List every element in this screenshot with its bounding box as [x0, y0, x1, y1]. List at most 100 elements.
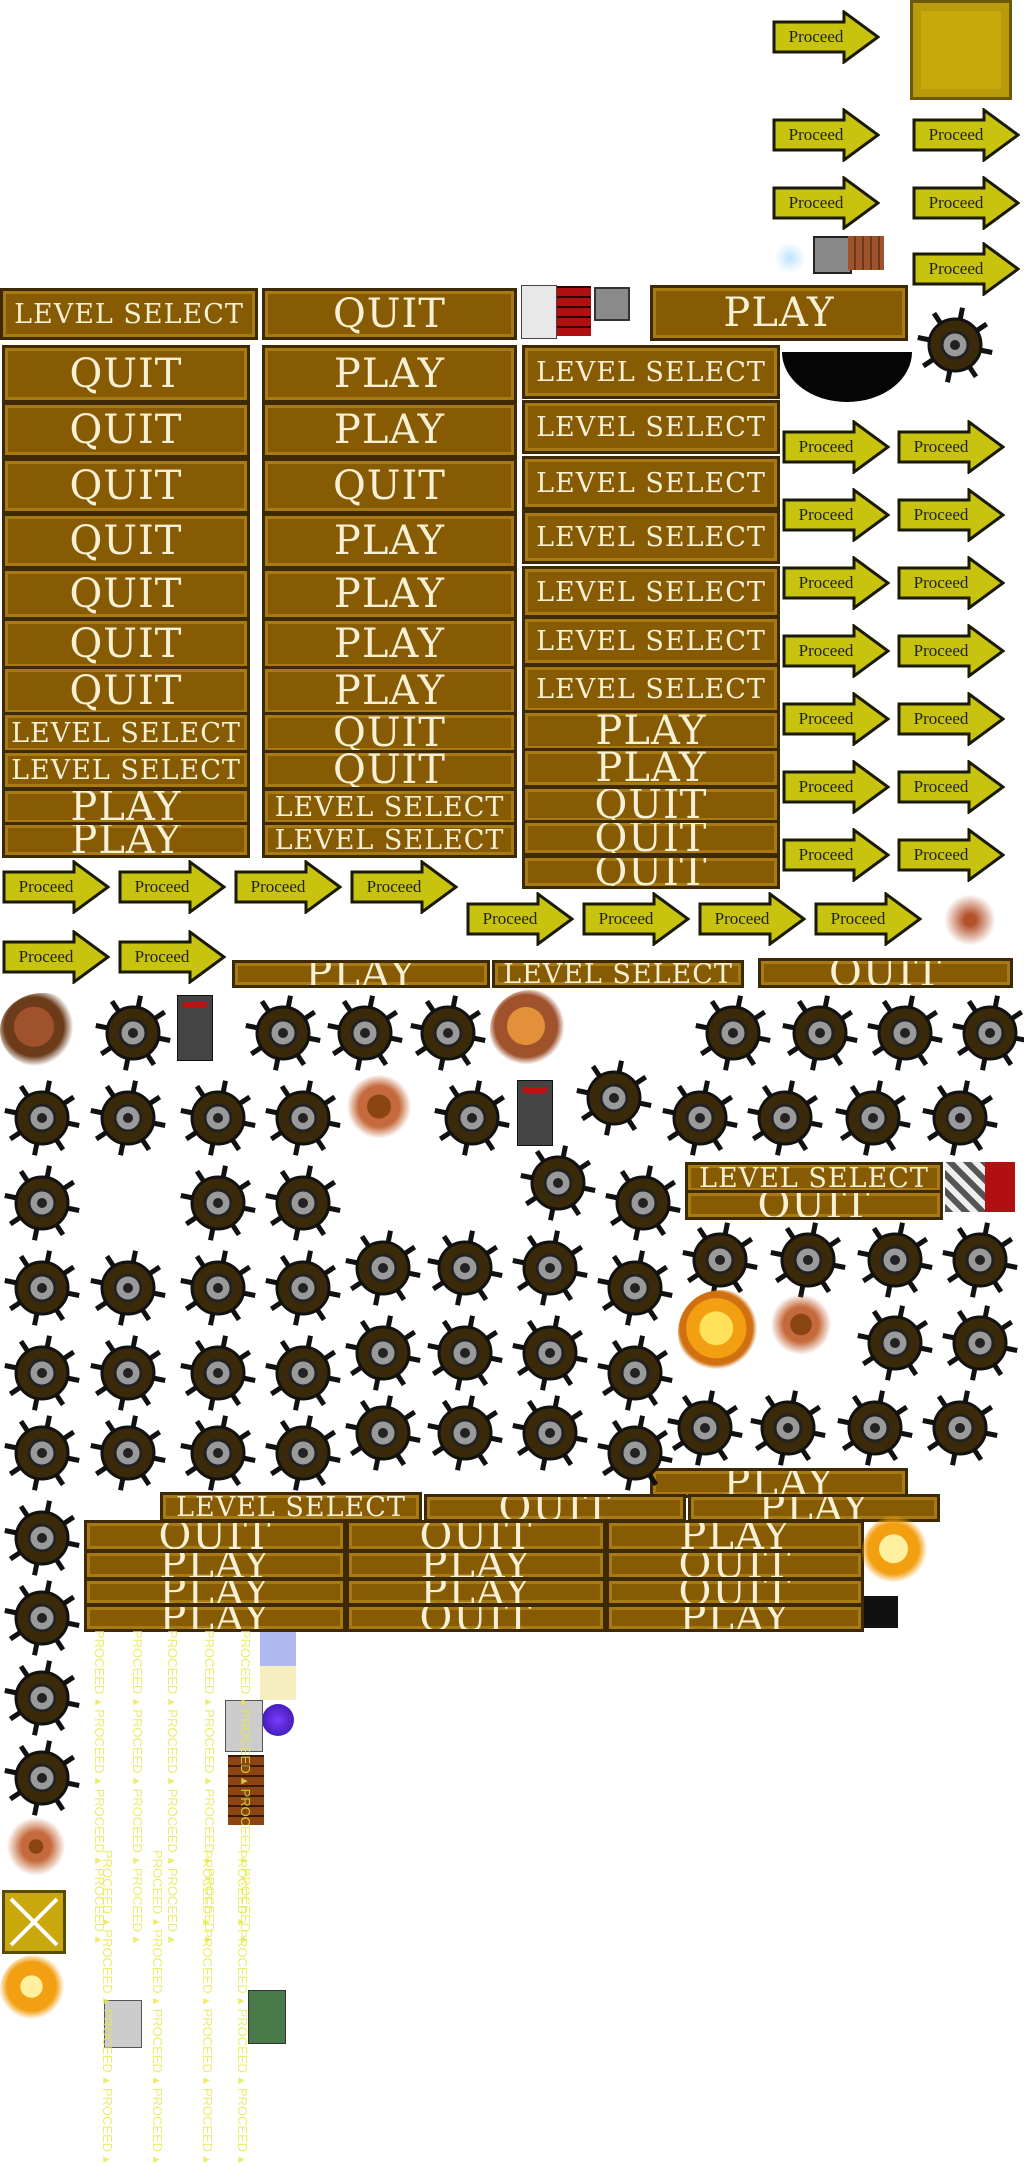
- level-select-button[interactable]: LEVEL SELECT: [522, 566, 780, 618]
- spiked-wheel-icon: [425, 1228, 505, 1308]
- proceed-arrow-button[interactable]: Proceed: [2, 930, 110, 984]
- quit-button[interactable]: QUIT: [262, 288, 517, 340]
- level-select-button[interactable]: LEVEL SELECT: [262, 788, 517, 826]
- play-button[interactable]: PLAY: [262, 618, 517, 670]
- button-label: LEVEL SELECT: [699, 1162, 929, 1194]
- quit-button[interactable]: QUIT: [2, 618, 250, 670]
- proceed-arrow-button[interactable]: Proceed: [234, 860, 342, 914]
- proceed-arrow-button[interactable]: Proceed: [772, 10, 880, 64]
- spiked-wheel-icon: [833, 1078, 913, 1158]
- proceed-arrow-button[interactable]: Proceed: [912, 242, 1020, 296]
- play-button[interactable]: PLAY: [2, 788, 250, 826]
- quit-button[interactable]: QUIT: [606, 1550, 864, 1580]
- proceed-arrow-button[interactable]: Proceed: [118, 860, 226, 914]
- play-button[interactable]: PLAY: [84, 1550, 346, 1580]
- quit-button[interactable]: QUIT: [424, 1494, 686, 1522]
- proceed-label: Proceed: [798, 845, 854, 864]
- proceed-stripe-text: PROCEED▸PROCEED▸PROCEED▸PROCEED▸: [165, 1630, 180, 1948]
- proceed-arrow-button[interactable]: Proceed: [582, 892, 690, 946]
- proceed-arrow-button[interactable]: Proceed: [772, 176, 880, 230]
- quit-button[interactable]: QUIT: [84, 1520, 346, 1552]
- play-button[interactable]: PLAY: [262, 666, 517, 716]
- play-button[interactable]: PLAY: [232, 960, 490, 988]
- level-select-button[interactable]: LEVEL SELECT: [2, 712, 250, 754]
- proceed-arrow-button[interactable]: Proceed: [782, 624, 890, 678]
- play-button[interactable]: PLAY: [2, 822, 250, 858]
- proceed-arrow-button[interactable]: Proceed: [814, 892, 922, 946]
- proceed-arrow-button[interactable]: Proceed: [782, 556, 890, 610]
- proceed-label: Proceed: [366, 877, 422, 896]
- proceed-arrow-button[interactable]: Proceed: [912, 176, 1020, 230]
- level-select-button[interactable]: LEVEL SELECT: [522, 664, 780, 714]
- quit-button[interactable]: QUIT: [522, 786, 780, 824]
- quit-button[interactable]: QUIT: [2, 402, 250, 458]
- play-button[interactable]: PLAY: [262, 513, 517, 569]
- play-button[interactable]: PLAY: [346, 1578, 606, 1606]
- level-select-button[interactable]: LEVEL SELECT: [160, 1492, 422, 1522]
- quit-button[interactable]: QUIT: [2, 513, 250, 569]
- proceed-arrow-button[interactable]: Proceed: [912, 108, 1020, 162]
- quit-button[interactable]: QUIT: [522, 820, 780, 856]
- play-button[interactable]: PLAY: [522, 710, 780, 752]
- proceed-arrow-button[interactable]: Proceed: [698, 892, 806, 946]
- quit-button[interactable]: QUIT: [2, 666, 250, 716]
- proceed-arrow-button[interactable]: Proceed: [897, 760, 1005, 814]
- spiked-wheel-icon: [2, 1333, 82, 1413]
- play-button[interactable]: PLAY: [522, 748, 780, 788]
- proceed-arrow-button[interactable]: Proceed: [2, 860, 110, 914]
- quit-button[interactable]: QUIT: [606, 1578, 864, 1606]
- button-label: QUIT: [594, 820, 708, 856]
- button-label: QUIT: [678, 1578, 792, 1606]
- proceed-arrow-button[interactable]: Proceed: [466, 892, 574, 946]
- dust-cloud-icon: [0, 1815, 80, 1885]
- explosion-icon: [490, 990, 570, 1070]
- proceed-arrow-button[interactable]: Proceed: [350, 860, 458, 914]
- proceed-arrow-button[interactable]: Proceed: [897, 488, 1005, 542]
- quit-button[interactable]: QUIT: [522, 855, 780, 889]
- quit-button[interactable]: QUIT: [262, 458, 517, 514]
- level-select-button[interactable]: LEVEL SELECT: [262, 822, 517, 858]
- quit-button[interactable]: QUIT: [346, 1520, 606, 1552]
- proceed-arrow-button[interactable]: Proceed: [897, 420, 1005, 474]
- proceed-arrow-button[interactable]: Proceed: [782, 828, 890, 882]
- spiked-wheel-icon: [835, 1388, 915, 1468]
- button-label: QUIT: [419, 1520, 533, 1552]
- quit-button[interactable]: QUIT: [758, 958, 1013, 988]
- button-label: QUIT: [594, 855, 708, 889]
- play-button[interactable]: PLAY: [84, 1604, 346, 1632]
- proceed-arrow-button[interactable]: Proceed: [782, 692, 890, 746]
- play-button[interactable]: PLAY: [262, 402, 517, 458]
- play-button[interactable]: PLAY: [606, 1604, 864, 1632]
- proceed-arrow-button[interactable]: Proceed: [897, 692, 1005, 746]
- play-button[interactable]: PLAY: [262, 345, 517, 403]
- level-select-button[interactable]: LEVEL SELECT: [0, 288, 258, 340]
- quit-button[interactable]: QUIT: [262, 750, 517, 790]
- play-button[interactable]: PLAY: [606, 1520, 864, 1552]
- explosion-icon: [862, 1515, 932, 1590]
- play-button[interactable]: PLAY: [650, 285, 908, 341]
- level-select-button[interactable]: LEVEL SELECT: [522, 400, 780, 454]
- level-select-button[interactable]: LEVEL SELECT: [522, 510, 780, 564]
- proceed-arrow-button[interactable]: Proceed: [897, 556, 1005, 610]
- proceed-arrow-button[interactable]: Proceed: [897, 828, 1005, 882]
- quit-button[interactable]: QUIT: [346, 1604, 606, 1632]
- level-select-button[interactable]: LEVEL SELECT: [492, 960, 744, 988]
- proceed-arrow-button[interactable]: Proceed: [782, 420, 890, 474]
- level-select-button[interactable]: LEVEL SELECT: [522, 616, 780, 666]
- proceed-arrow-button[interactable]: Proceed: [118, 930, 226, 984]
- level-select-button[interactable]: LEVEL SELECT: [522, 345, 780, 399]
- quit-button[interactable]: QUIT: [2, 568, 250, 620]
- proceed-arrow-button[interactable]: Proceed: [772, 108, 880, 162]
- quit-button[interactable]: QUIT: [262, 712, 517, 754]
- level-select-button[interactable]: LEVEL SELECT: [2, 750, 250, 790]
- quit-button[interactable]: QUIT: [2, 458, 250, 514]
- proceed-arrow-button[interactable]: Proceed: [782, 488, 890, 542]
- level-select-button[interactable]: LEVEL SELECT: [522, 456, 780, 510]
- play-button[interactable]: PLAY: [262, 568, 517, 620]
- play-button[interactable]: PLAY: [84, 1578, 346, 1606]
- proceed-arrow-button[interactable]: Proceed: [782, 760, 890, 814]
- play-button[interactable]: PLAY: [346, 1550, 606, 1580]
- quit-button[interactable]: QUIT: [685, 1190, 943, 1220]
- proceed-arrow-button[interactable]: Proceed: [897, 624, 1005, 678]
- quit-button[interactable]: QUIT: [2, 345, 250, 403]
